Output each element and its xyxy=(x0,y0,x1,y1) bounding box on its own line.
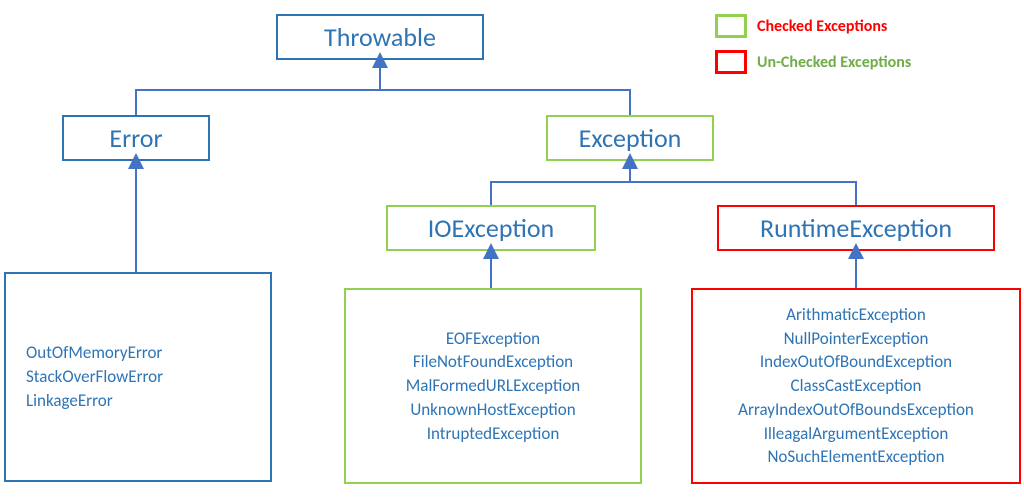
connectors xyxy=(0,0,1024,501)
